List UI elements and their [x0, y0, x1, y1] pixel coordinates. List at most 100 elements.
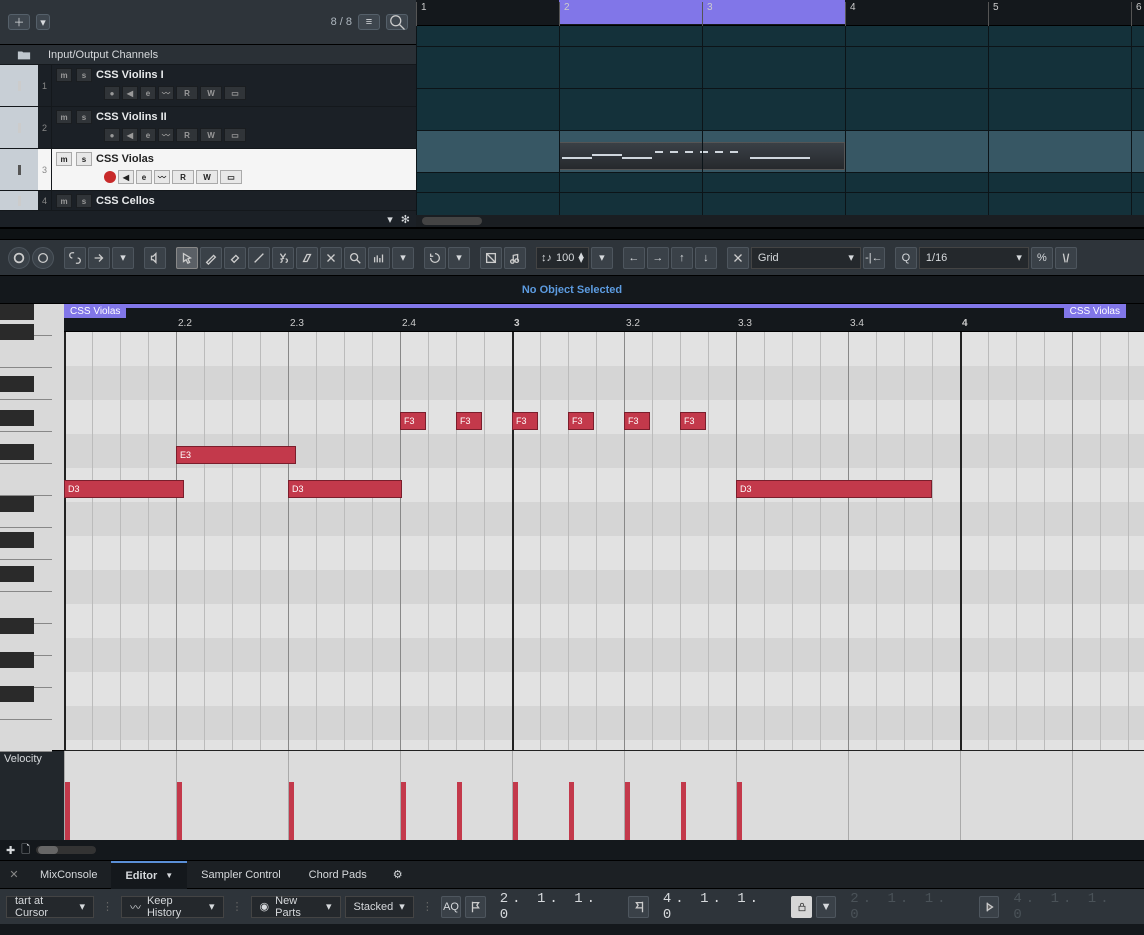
velocity-bar[interactable]: [65, 782, 70, 840]
insert-velocity-field[interactable]: ↕♪ 100 ▴▾: [536, 247, 589, 269]
track-preset-menu[interactable]: ▾: [36, 14, 50, 30]
zoom-tool[interactable]: [344, 247, 366, 269]
punch-out-time[interactable]: 4. 1. 1. 0: [1003, 891, 1138, 923]
track-handle[interactable]: [0, 107, 38, 148]
edit-channel-button[interactable]: e: [140, 128, 156, 142]
mute-button[interactable]: m: [56, 68, 72, 82]
midi-note[interactable]: F3: [568, 412, 594, 430]
solo-button[interactable]: s: [76, 110, 92, 124]
track-row[interactable]: 4 m s CSS Cellos: [0, 191, 416, 211]
write-automation-button[interactable]: W: [200, 128, 222, 142]
lower-tab[interactable]: Sampler Control: [187, 861, 294, 889]
track-row[interactable]: 1 m s CSS Violins I ● ◀ e 〰 R W ▭: [0, 65, 416, 107]
vertical-splitter[interactable]: [0, 228, 1144, 240]
mute-tool[interactable]: [320, 247, 342, 269]
velocity-lane[interactable]: [64, 750, 1144, 840]
punch-lock-button[interactable]: [791, 896, 811, 918]
velocity-bar[interactable]: [401, 782, 406, 840]
edit-channel-button[interactable]: e: [140, 86, 156, 100]
object-selection-tool[interactable]: [176, 247, 198, 269]
track-name[interactable]: CSS Violins II: [96, 111, 167, 123]
velocity-bar[interactable]: [681, 782, 686, 840]
aq-button[interactable]: AQ: [441, 896, 461, 918]
midi-note[interactable]: D3: [64, 480, 184, 498]
lower-tab[interactable]: Chord Pads: [295, 861, 381, 889]
lower-tab[interactable]: Editor▼: [111, 861, 187, 889]
freeze-button[interactable]: 〰: [158, 128, 174, 142]
list-view-button[interactable]: ≡: [358, 14, 380, 30]
monitor-button[interactable]: ◀: [122, 86, 138, 100]
track-handle[interactable]: [0, 191, 38, 210]
midi-note[interactable]: F3: [680, 412, 706, 430]
nudge-up-button[interactable]: ↑: [671, 247, 693, 269]
freeze-button[interactable]: 〰: [154, 170, 170, 184]
lane-preset-icon[interactable]: 🗋: [21, 841, 30, 860]
io-channels-row[interactable]: Input/Output Channels: [0, 45, 416, 65]
mute-button[interactable]: m: [56, 194, 72, 208]
track-name[interactable]: CSS Violins I: [96, 69, 164, 81]
velocity-bar[interactable]: [625, 782, 630, 840]
snap-type-dropdown[interactable]: Grid▾: [751, 247, 861, 269]
quantize-settings-button[interactable]: [1055, 247, 1077, 269]
glue-tool[interactable]: [296, 247, 318, 269]
lanes-button[interactable]: ▭: [224, 128, 246, 142]
track-row[interactable]: 3 m s CSS Violas ◀ e 〰 R W ▭: [0, 149, 416, 191]
monitor-button[interactable]: ◀: [118, 170, 134, 184]
part-name-right[interactable]: CSS Violas: [1064, 304, 1126, 318]
write-automation-button[interactable]: W: [196, 170, 218, 184]
add-cc-lane-icon[interactable]: ✚: [6, 844, 15, 857]
record-editor-button[interactable]: [32, 247, 54, 269]
arrange-area[interactable]: 123456: [416, 0, 1144, 227]
nudge-right-button[interactable]: →: [647, 247, 669, 269]
tracklist-settings-icon[interactable]: ✻: [401, 213, 410, 226]
velocity-bar[interactable]: [569, 782, 574, 840]
quantize-button[interactable]: Q: [895, 247, 917, 269]
punch-out-flag-icon[interactable]: [979, 896, 999, 918]
left-locator-flag-icon[interactable]: [465, 896, 485, 918]
lower-tab[interactable]: MixConsole: [26, 861, 111, 889]
add-track-button[interactable]: ＋: [8, 14, 30, 30]
track-name[interactable]: CSS Violas: [96, 153, 154, 165]
midi-note[interactable]: F3: [456, 412, 482, 430]
read-automation-button[interactable]: R: [176, 86, 198, 100]
piano-keyboard[interactable]: C3: [0, 304, 64, 750]
history-dropdown[interactable]: 〰Keep History▾: [121, 896, 224, 918]
velocity-bar[interactable]: [177, 782, 182, 840]
left-locator-time[interactable]: 2. 1. 1. 0: [490, 891, 625, 923]
quantize-preset-dropdown[interactable]: 1/16▾: [919, 247, 1029, 269]
midi-note[interactable]: E3: [176, 446, 296, 464]
track-row[interactable]: 2 m s CSS Violins II ● ◀ e 〰 R W ▭: [0, 107, 416, 149]
midi-note[interactable]: D3: [736, 480, 932, 498]
pianoroll-grid[interactable]: D3E3D3F3F3F3F3F3F3D3: [64, 332, 1144, 750]
velocity-bar[interactable]: [289, 782, 294, 840]
record-mode-dropdown[interactable]: tart at Cursor▾: [6, 896, 94, 918]
part-name-left[interactable]: CSS Violas: [64, 304, 126, 318]
solo-button[interactable]: s: [76, 152, 92, 166]
punch-settings-icon[interactable]: ▼: [816, 896, 836, 918]
midi-note[interactable]: F3: [400, 412, 426, 430]
edit-channel-button[interactable]: e: [136, 170, 152, 184]
velocity-bar[interactable]: [737, 782, 742, 840]
track-name[interactable]: CSS Cellos: [96, 195, 155, 207]
auto-scroll-button[interactable]: [88, 247, 110, 269]
snap-to-zero-button[interactable]: -|←: [863, 247, 885, 269]
erase-tool[interactable]: [224, 247, 246, 269]
arrange-hscroll[interactable]: [416, 215, 1144, 227]
track-handle[interactable]: [0, 65, 38, 106]
new-parts-dropdown[interactable]: ◉New Parts▾: [251, 896, 341, 918]
tracklist-menu-arrow-icon[interactable]: ▾: [387, 213, 393, 226]
trim-tool[interactable]: [248, 247, 270, 269]
search-button[interactable]: [386, 14, 408, 30]
arrange-ruler[interactable]: 123456: [416, 0, 1144, 26]
solo-button[interactable]: s: [76, 68, 92, 82]
lanes-button[interactable]: ▭: [224, 86, 246, 100]
read-automation-button[interactable]: R: [172, 170, 194, 184]
retro-record-button[interactable]: [424, 247, 446, 269]
retro-record-menu[interactable]: ▾: [448, 247, 470, 269]
iterative-quantize-button[interactable]: %: [1031, 247, 1053, 269]
nudge-left-button[interactable]: ←: [623, 247, 645, 269]
track-handle[interactable]: [0, 149, 38, 190]
midi-note[interactable]: F3: [624, 412, 650, 430]
acoustic-feedback-button[interactable]: [144, 247, 166, 269]
auto-scroll-menu[interactable]: ▾: [112, 247, 134, 269]
